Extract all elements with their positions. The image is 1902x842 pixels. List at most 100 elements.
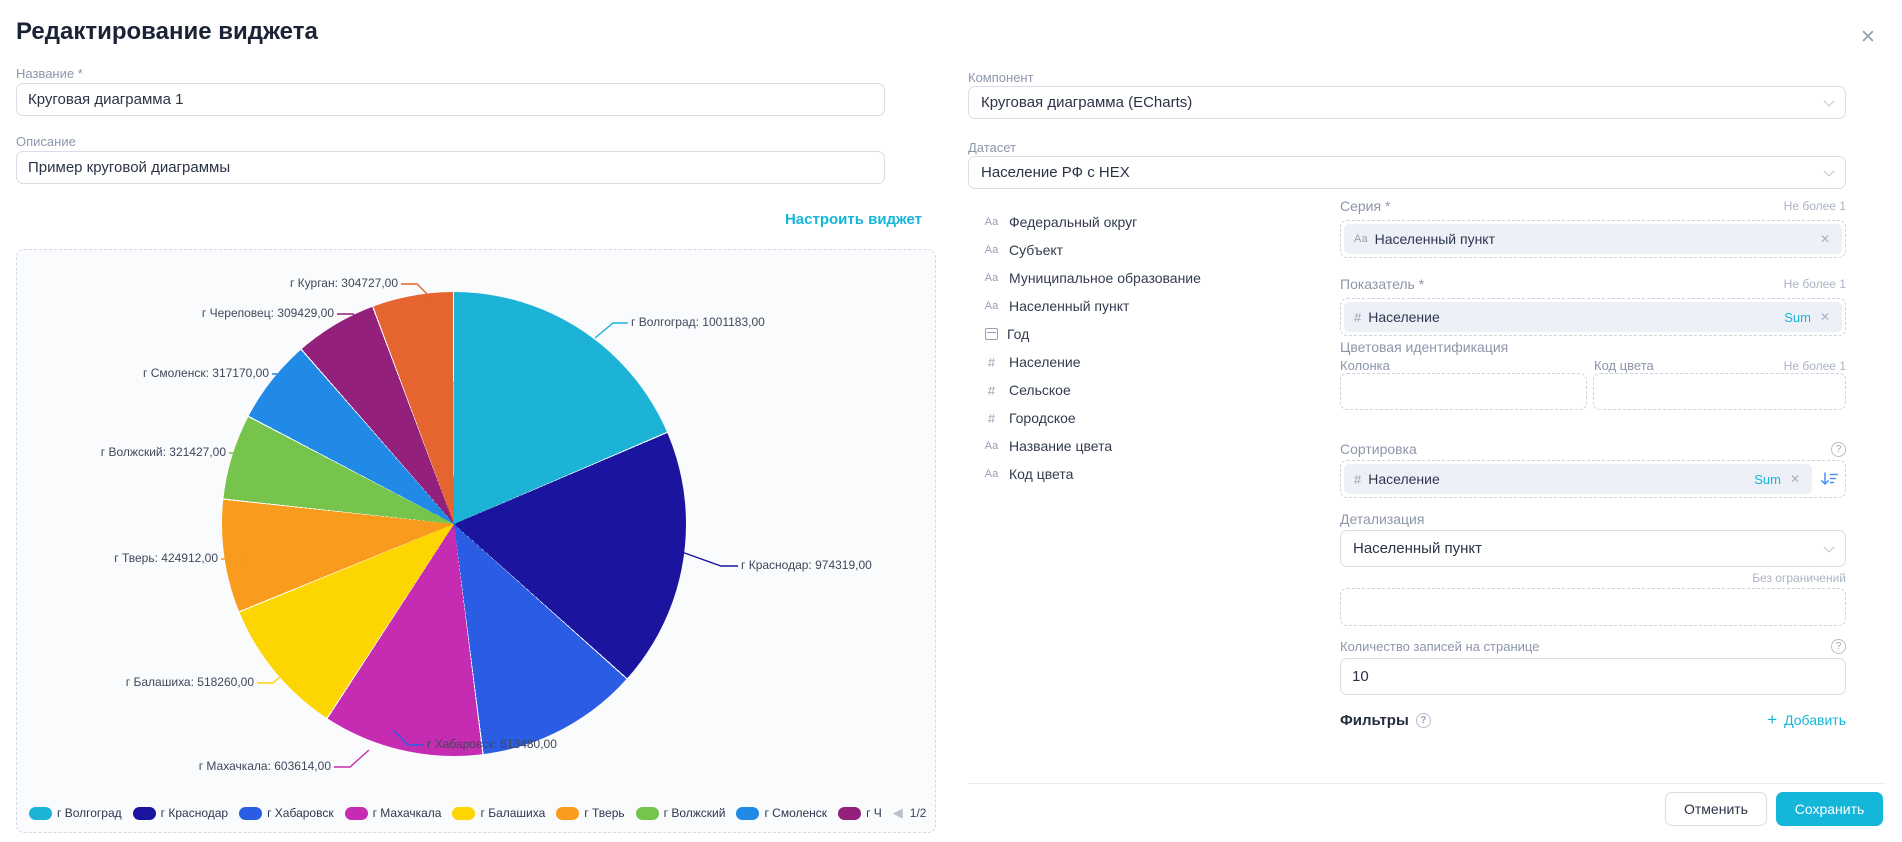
pie-slice-label: г Хабаровск: 613480,00 xyxy=(427,737,557,751)
text-type-icon: Аа xyxy=(1354,233,1368,245)
name-input[interactable] xyxy=(16,83,885,116)
legend-swatch xyxy=(29,807,52,820)
dataset-value: Население РФ с HEX xyxy=(981,164,1825,181)
field-label: Код цвета xyxy=(1009,466,1073,482)
description-input[interactable] xyxy=(16,151,885,184)
legend-item[interactable]: г Смоленск xyxy=(736,806,827,820)
field-label: Население xyxy=(1009,354,1081,370)
color-code-dropzone[interactable] xyxy=(1593,373,1846,410)
sorting-chip-label: Население xyxy=(1368,471,1440,487)
legend-page-indicator: 1/2 xyxy=(910,806,927,820)
series-dropzone[interactable]: Аа Населенный пункт xyxy=(1340,220,1846,258)
page-size-input[interactable] xyxy=(1340,658,1846,695)
legend-item[interactable]: г Волжский xyxy=(636,806,726,820)
dataset-field-10[interactable]: АаКод цвета xyxy=(983,460,1313,488)
text-type-icon: Аа xyxy=(983,244,1000,256)
dataset-field-8[interactable]: #Городское xyxy=(983,404,1313,432)
help-icon[interactable] xyxy=(1831,639,1846,654)
component-value: Круговая диаграмма (ECharts) xyxy=(981,94,1825,111)
legend-item[interactable]: г Краснодар xyxy=(133,806,228,820)
metric-dropzone[interactable]: # Население Sum xyxy=(1340,298,1846,336)
legend-swatch xyxy=(239,807,262,820)
detail-label: Детализация xyxy=(1340,511,1424,527)
dataset-field-9[interactable]: АаНазвание цвета xyxy=(983,432,1313,460)
dataset-select[interactable]: Население РФ с HEX xyxy=(968,156,1846,189)
pie-slice-label: г Волжский: 321427,00 xyxy=(101,445,226,459)
detail-value: Населенный пункт xyxy=(1353,540,1825,557)
dataset-field-3[interactable]: АаМуниципальное образование xyxy=(983,264,1313,292)
metric-chip-label: Население xyxy=(1368,309,1440,325)
legend-item[interactable]: г Балашиха xyxy=(452,806,545,820)
text-type-icon: Аа xyxy=(983,272,1000,284)
dataset-field-1[interactable]: АаФедеральный округ xyxy=(983,208,1313,236)
field-label: Год xyxy=(1007,326,1029,342)
aggregation-badge[interactable]: Sum xyxy=(1784,310,1811,325)
sorting-chip[interactable]: # Население Sum xyxy=(1344,464,1812,494)
dataset-field-2[interactable]: Аа Субъект xyxy=(983,236,1313,264)
dataset-field-5[interactable]: Год xyxy=(983,320,1313,348)
legend-swatch xyxy=(838,807,861,820)
pie-chart: г Волгоград г Краснодар г Хабаровск г Махач… xyxy=(17,250,935,832)
dataset-field-6[interactable]: # Население xyxy=(983,348,1313,376)
number-type-icon: # xyxy=(983,355,1000,370)
page-title: Редактирование виджета xyxy=(16,18,318,46)
help-icon[interactable] xyxy=(1831,442,1846,457)
extra-dropzone[interactable] xyxy=(1340,588,1846,626)
legend-item[interactable]: г Тверь xyxy=(556,806,624,820)
component-select[interactable]: Круговая диаграмма (ECharts) xyxy=(968,86,1846,119)
color-column-dropzone[interactable] xyxy=(1340,373,1587,410)
legend-swatch xyxy=(556,807,579,820)
series-label: Серия * xyxy=(1340,198,1390,214)
edit-widget-modal: Редактирование виджета ✕ Название * Опис… xyxy=(0,0,1902,842)
metric-chip[interactable]: # Население Sum xyxy=(1344,302,1842,332)
legend-pager: ◀1/2▶ xyxy=(893,805,929,821)
field-label: Название цвета xyxy=(1009,438,1112,454)
remove-icon[interactable] xyxy=(1818,232,1832,246)
filters-label: Фильтры xyxy=(1340,712,1409,729)
plus-icon xyxy=(1767,710,1777,730)
color-code-label: Код цвета xyxy=(1594,358,1654,373)
legend-swatch xyxy=(345,807,368,820)
color-ident-label: Цветовая идентификация xyxy=(1340,339,1508,355)
legend-prev-icon[interactable]: ◀ xyxy=(893,805,903,821)
legend-label: г Краснодар xyxy=(161,806,228,820)
metric-limit-hint: Не более 1 xyxy=(1784,277,1846,291)
add-filter-button[interactable]: Добавить xyxy=(1767,710,1846,730)
save-button[interactable]: Сохранить xyxy=(1776,792,1883,826)
remove-icon[interactable] xyxy=(1818,310,1832,324)
detail-select[interactable]: Населенный пункт xyxy=(1340,530,1846,567)
field-label: Федеральный округ xyxy=(1009,214,1137,230)
text-type-icon: Аа xyxy=(983,300,1000,312)
series-chip[interactable]: Аа Населенный пункт xyxy=(1344,224,1842,254)
field-label: Субъект xyxy=(1009,242,1063,258)
number-type-icon: # xyxy=(983,383,1000,398)
remove-icon[interactable] xyxy=(1788,472,1802,486)
dataset-field-4[interactable]: АаНаселенный пункт xyxy=(983,292,1313,320)
close-icon[interactable]: ✕ xyxy=(1856,26,1880,50)
help-icon[interactable] xyxy=(1416,713,1431,728)
footer-divider xyxy=(968,783,1886,784)
color-column-label: Колонка xyxy=(1340,358,1390,373)
cancel-button[interactable]: Отменить xyxy=(1665,792,1767,826)
sort-descending-icon[interactable] xyxy=(1820,471,1838,487)
field-label: Сельское xyxy=(1009,382,1071,398)
pie-slice-label: г Череповец: 309429,00 xyxy=(202,306,334,320)
color-limit-hint: Не более 1 xyxy=(1784,359,1846,373)
pie-slice-label: г Махачкала: 603614,00 xyxy=(199,759,331,773)
sorting-dropzone[interactable]: # Население Sum xyxy=(1340,460,1846,498)
calendar-icon xyxy=(985,328,998,340)
pie-slice-label: г Краснодар: 974319,00 xyxy=(741,558,872,572)
legend-label: г Тверь xyxy=(584,806,624,820)
legend-item[interactable]: г Ч xyxy=(838,806,882,820)
chevron-down-icon xyxy=(1823,165,1834,176)
configure-widget-link[interactable]: Настроить виджет xyxy=(785,211,922,228)
dataset-fields-list: АаФедеральный округАаСубъектАаМуниципаль… xyxy=(983,208,1313,488)
aggregation-badge[interactable]: Sum xyxy=(1754,472,1781,487)
dataset-field-7[interactable]: # Сельское xyxy=(983,376,1313,404)
legend-item[interactable]: г Хабаровск xyxy=(239,806,334,820)
legend-swatch xyxy=(736,807,759,820)
number-type-icon: # xyxy=(1354,472,1361,487)
pie-slice-label: г Волгоград: 1001183,00 xyxy=(631,315,765,329)
legend-item[interactable]: г Волгоград xyxy=(29,806,122,820)
legend-item[interactable]: г Махачкала xyxy=(345,806,442,820)
